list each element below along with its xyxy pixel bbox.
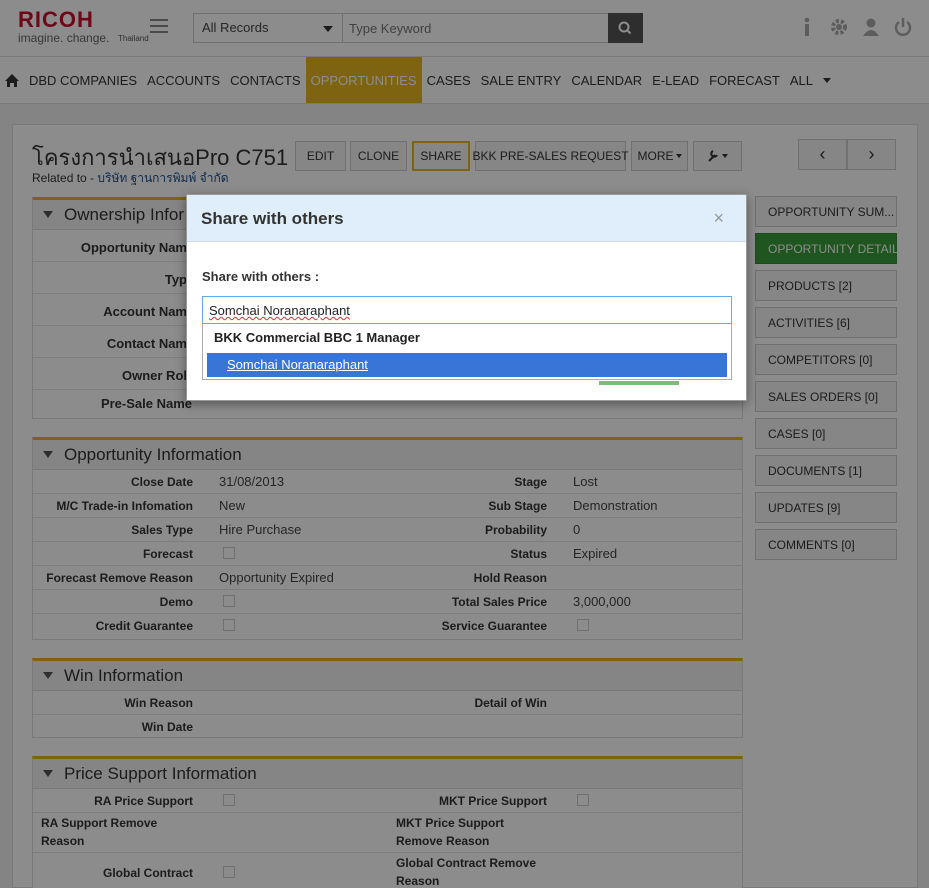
share-modal: Share with others × Share with others : … <box>186 194 747 401</box>
dropdown-option-label: Somchai Noranaraphant <box>227 357 368 372</box>
dropdown-group-label: BKK Commercial BBC 1 Manager <box>214 330 420 345</box>
modal-backdrop[interactable] <box>0 0 929 888</box>
user-suggestion-dropdown: BKK Commercial BBC 1 Manager Somchai Nor… <box>202 324 732 380</box>
share-label: Share with others : <box>202 269 320 284</box>
dropdown-option[interactable]: Somchai Noranaraphant <box>207 353 727 377</box>
modal-title: Share with others <box>187 195 746 242</box>
share-input-value: Somchai Noranaraphant <box>209 303 350 318</box>
close-icon[interactable]: × <box>713 208 724 229</box>
modal-save-button[interactable] <box>599 381 679 385</box>
share-user-input[interactable]: Somchai Noranaraphant <box>202 296 732 324</box>
